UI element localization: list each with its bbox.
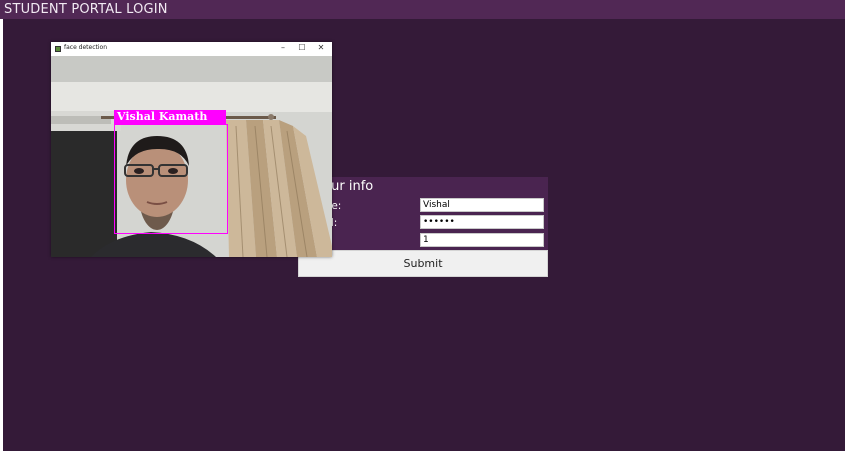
app-title-bar: STUDENT PORTAL LOGIN <box>0 0 845 19</box>
submit-button[interactable]: Submit <box>298 250 548 277</box>
face-detection-window[interactable]: face detection – ☐ ✕ Vishal Kamath <box>51 42 332 257</box>
app-title: STUDENT PORTAL LOGIN <box>4 2 168 17</box>
username-input[interactable] <box>420 198 544 212</box>
minimize-icon[interactable]: – <box>276 43 290 52</box>
close-icon[interactable]: ✕ <box>314 43 328 52</box>
password-input[interactable] <box>420 215 544 229</box>
third-field-input[interactable] <box>420 233 544 247</box>
camera-window-titlebar[interactable]: face detection – ☐ ✕ <box>51 42 332 56</box>
maximize-icon[interactable]: ☐ <box>295 43 309 52</box>
face-detection-box <box>114 124 228 234</box>
form-header: r your info name: word: <box>298 177 548 250</box>
camera-feed: Vishal Kamath <box>51 56 332 257</box>
detected-name-label: Vishal Kamath <box>117 110 208 123</box>
window-edge <box>0 0 3 451</box>
app-icon <box>55 46 61 52</box>
login-form: r your info name: word: Submit <box>298 177 548 277</box>
camera-window-title: face detection <box>64 44 108 51</box>
